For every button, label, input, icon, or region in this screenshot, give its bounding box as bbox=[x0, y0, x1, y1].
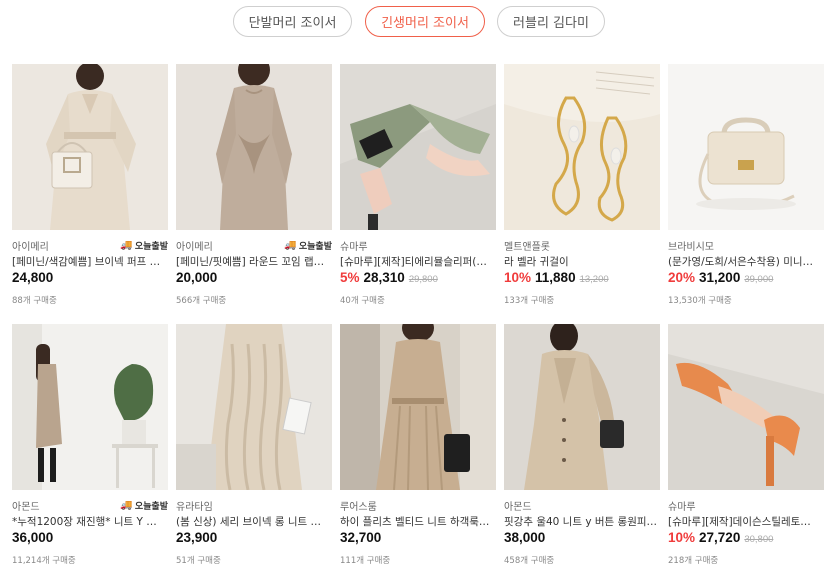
product-image[interactable] bbox=[340, 324, 496, 490]
product-image[interactable] bbox=[668, 64, 824, 230]
price: 27,720 bbox=[699, 530, 741, 545]
product-image[interactable] bbox=[176, 64, 332, 230]
seller-name: 아이메리 bbox=[176, 241, 213, 253]
purchase-count: 13,530개 구매중 bbox=[668, 296, 732, 306]
product-card[interactable]: 아이메리 🚚 오늘출발 [페미닌/핏예쁨] 라운드 꼬임 랩… 20,000 56… bbox=[176, 64, 332, 306]
product-card[interactable]: 슈마루 [슈마루][제작]티에리뮬슬리퍼(… 5% 28,310 29,800 … bbox=[340, 64, 496, 306]
seller-name: 멜트앤플롯 bbox=[504, 241, 550, 253]
discount-rate: 10% bbox=[668, 530, 696, 545]
tab-lovely[interactable]: 러블리 김다미 bbox=[497, 6, 605, 37]
purchase-count: 11,214개 구매중 bbox=[12, 556, 76, 566]
price: 32,700 bbox=[340, 530, 382, 545]
seller-name: 슈마루 bbox=[340, 241, 368, 253]
price: 11,880 bbox=[535, 270, 576, 285]
product-card[interactable]: 아이메리 🚚 오늘출발 [페미닌/색감예쁨] 브이넥 퍼프 … 24,800 88… bbox=[12, 64, 168, 306]
purchase-count: 111개 구매중 bbox=[340, 556, 391, 566]
seller-name: 아몬드 bbox=[12, 501, 40, 513]
today-shipping-badge: 🚚 오늘출발 bbox=[284, 239, 332, 252]
original-price: 30,800 bbox=[744, 534, 774, 545]
seller-name: 루어스룸 bbox=[340, 501, 377, 513]
price: 28,310 bbox=[363, 270, 405, 285]
product-image[interactable] bbox=[504, 324, 660, 490]
purchase-count: 40개 구매중 bbox=[340, 296, 385, 306]
price: 20,000 bbox=[176, 270, 218, 285]
purchase-count: 133개 구매중 bbox=[504, 296, 555, 306]
seller-name: 아몬드 bbox=[504, 501, 532, 513]
product-title[interactable]: [슈마루][제작]티에리뮬슬리퍼(… bbox=[340, 254, 496, 269]
product-title[interactable]: 핏강추 울40 니트 y 버튼 롱원피… bbox=[504, 514, 660, 529]
price: 24,800 bbox=[12, 270, 54, 285]
product-title[interactable]: [페미닌/색감예쁨] 브이넥 퍼프 … bbox=[12, 254, 168, 269]
today-shipping-badge: 🚚 오늘출발 bbox=[120, 239, 168, 252]
product-image[interactable] bbox=[176, 324, 332, 490]
original-price: 29,800 bbox=[408, 274, 438, 285]
product-image[interactable] bbox=[340, 64, 496, 230]
product-title[interactable]: (봄 신상) 세리 브이넥 롱 니트 … bbox=[176, 514, 332, 529]
product-card[interactable]: 아몬드 🚚 오늘출발 *누적1200장 재진행* 니트 Y … 36,000 11… bbox=[12, 324, 168, 566]
purchase-count: 88개 구매중 bbox=[12, 296, 57, 306]
product-card[interactable]: 브라비시모 (문가영/도희/서은수착용) 미니… 20% 31,200 39,0… bbox=[668, 64, 824, 306]
original-price: 13,200 bbox=[579, 274, 609, 285]
seller-name: 브라비시모 bbox=[668, 241, 714, 253]
truck-icon: 🚚 bbox=[120, 239, 133, 251]
product-card[interactable]: 루어스룸 하이 플리츠 벨티드 니트 하객룩… 32,700 111개 구매중 bbox=[340, 324, 496, 566]
product-title[interactable]: 라 벨라 귀걸이 bbox=[504, 254, 660, 269]
price: 38,000 bbox=[504, 530, 546, 545]
product-image[interactable] bbox=[504, 64, 660, 230]
seller-name: 아이메리 bbox=[12, 241, 49, 253]
discount-rate: 20% bbox=[668, 270, 696, 285]
purchase-count: 458개 구매중 bbox=[504, 556, 555, 566]
purchase-count: 218개 구매중 bbox=[668, 556, 719, 566]
tab-long-hair[interactable]: 긴생머리 조이서 bbox=[365, 6, 485, 37]
product-title[interactable]: (문가영/도희/서은수착용) 미니… bbox=[668, 254, 824, 269]
filter-tabs: 단발머리 조이서 긴생머리 조이서 러블리 김다미 bbox=[0, 6, 830, 38]
product-title[interactable]: 하이 플리츠 벨티드 니트 하객룩… bbox=[340, 514, 496, 529]
discount-rate: 5% bbox=[340, 270, 360, 285]
product-card[interactable]: 슈마루 [슈마루][제작]데이슨스틸레토… 10% 27,720 30,800 … bbox=[668, 324, 824, 566]
discount-rate: 10% bbox=[504, 270, 532, 285]
product-card[interactable]: 아몬드 핏강추 울40 니트 y 버튼 롱원피… 38,000 458개 구매중 bbox=[504, 324, 660, 566]
product-image[interactable] bbox=[12, 324, 168, 490]
seller-name: 슈마루 bbox=[668, 501, 696, 513]
product-card[interactable]: 유라타임 (봄 신상) 세리 브이넥 롱 니트 … 23,900 51개 구매중 bbox=[176, 324, 332, 566]
product-card[interactable]: 멜트앤플롯 라 벨라 귀걸이 10% 11,880 13,200 133개 구매… bbox=[504, 64, 660, 306]
product-title[interactable]: *누적1200장 재진행* 니트 Y … bbox=[12, 514, 168, 529]
product-title[interactable]: [페미닌/핏예쁨] 라운드 꼬임 랩… bbox=[176, 254, 332, 269]
purchase-count: 51개 구매중 bbox=[176, 556, 221, 566]
product-image[interactable] bbox=[668, 324, 824, 490]
price: 23,900 bbox=[176, 530, 218, 545]
purchase-count: 566개 구매중 bbox=[176, 296, 227, 306]
tab-short-hair[interactable]: 단발머리 조이서 bbox=[233, 6, 352, 37]
price: 31,200 bbox=[699, 270, 741, 285]
truck-icon: 🚚 bbox=[284, 239, 297, 251]
truck-icon: 🚚 bbox=[120, 499, 133, 511]
product-title[interactable]: [슈마루][제작]데이슨스틸레토… bbox=[668, 514, 824, 529]
price: 36,000 bbox=[12, 530, 54, 545]
product-image[interactable] bbox=[12, 64, 168, 230]
seller-name: 유라타임 bbox=[176, 501, 213, 513]
original-price: 39,000 bbox=[744, 274, 774, 285]
today-shipping-badge: 🚚 오늘출발 bbox=[120, 499, 168, 512]
